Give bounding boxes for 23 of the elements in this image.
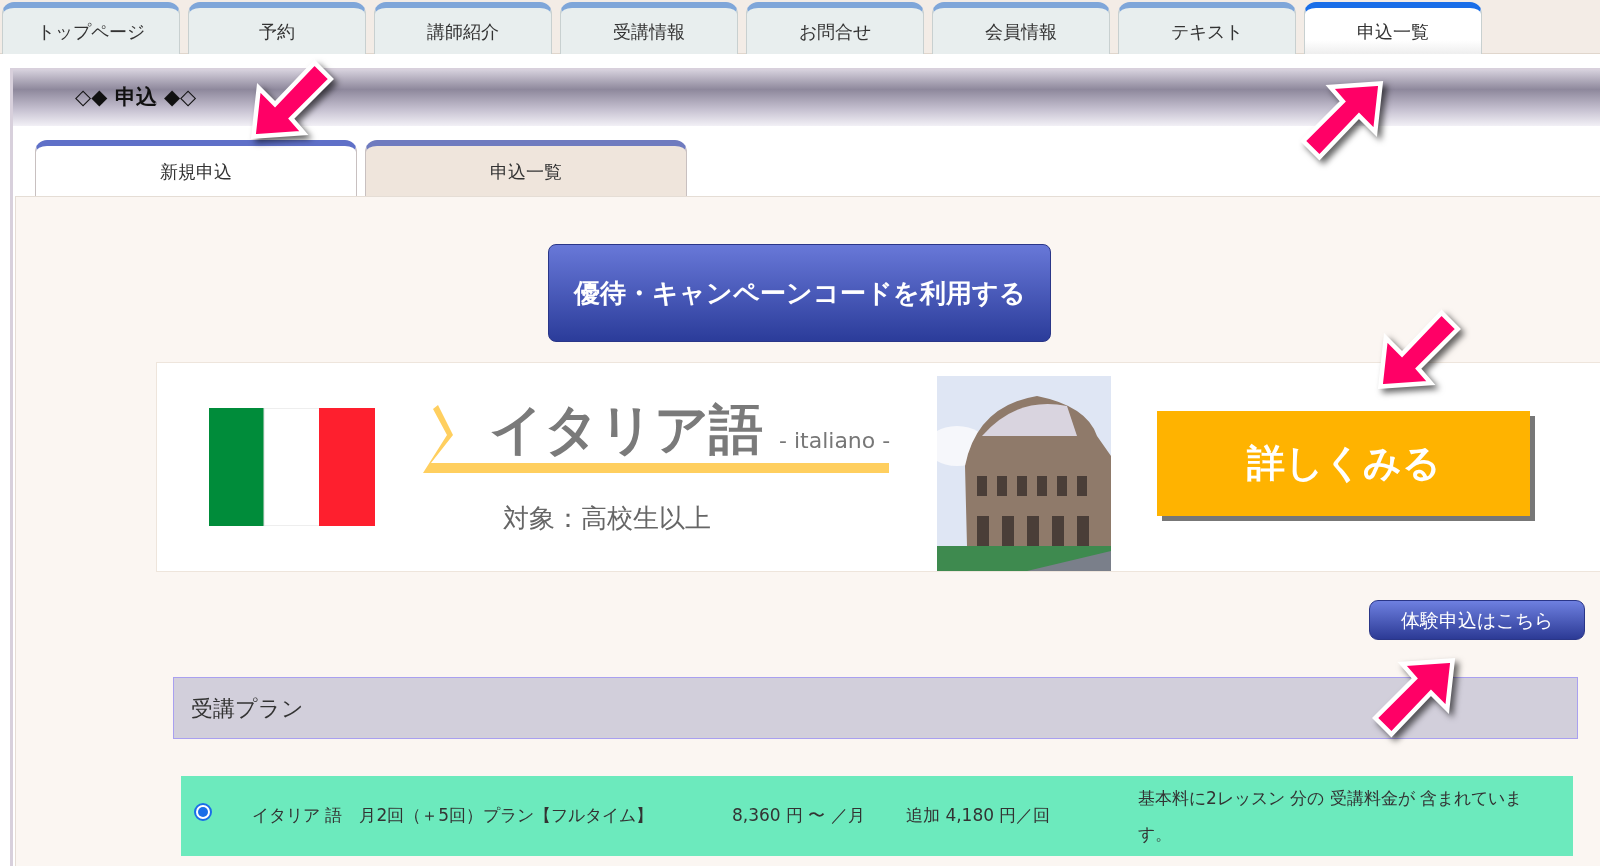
nav-tab[interactable]: 会員情報 xyxy=(932,2,1110,54)
plan-section-heading: 受講プラン xyxy=(173,677,1578,739)
plan-price: 8,360 円 〜 ／月 xyxy=(732,804,866,828)
sub-tab[interactable]: 新規申込 xyxy=(35,140,357,196)
course-title: イタリア語 xyxy=(489,402,763,457)
nav-tab[interactable]: お問合せ xyxy=(746,2,924,54)
nav-tab[interactable]: テキスト xyxy=(1118,2,1296,54)
campaign-code-button[interactable]: 優待・キャンペーンコードを利用する xyxy=(548,244,1051,342)
nav-tab[interactable]: 受講情報 xyxy=(560,2,738,54)
plan-note: 基本料に2レッスン 分の 受講料金が 含まれています。 xyxy=(1138,787,1524,846)
nav-tab[interactable]: 予約 xyxy=(188,2,366,54)
radio-button[interactable] xyxy=(194,803,212,821)
plan-name: イタリア 語 月2回（＋5回）プラン【フルタイム】 xyxy=(252,804,655,828)
sub-tab[interactable]: 申込一覧 xyxy=(365,140,687,196)
nav-tab[interactable]: 講師紹介 xyxy=(374,2,552,54)
nav-tab[interactable]: トップページ xyxy=(2,2,180,54)
italian-flag-icon xyxy=(209,408,375,526)
extra-lesson-price: 追加 4,180 円／回 xyxy=(906,804,1052,828)
target-audience: 対象：高校生以上 xyxy=(503,501,712,535)
section-title: ◇◆ 申込 ◆◇ xyxy=(75,84,197,112)
trial-application-button[interactable]: 体験申込はこちら xyxy=(1369,600,1585,640)
nav-tab[interactable]: 申込一覧 xyxy=(1304,2,1482,54)
course-subtitle: - italiano - xyxy=(779,426,891,455)
